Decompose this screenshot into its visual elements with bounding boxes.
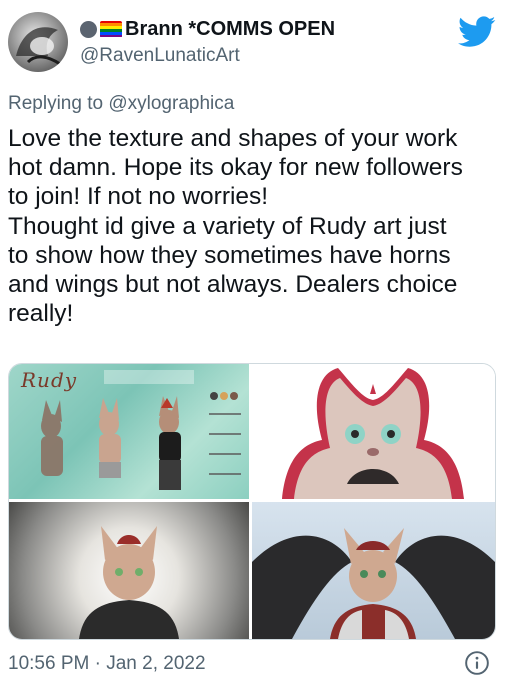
- info-icon[interactable]: [464, 650, 490, 676]
- tweet-line: hot damn. Hope its okay for new follower…: [8, 154, 463, 182]
- tweet-header: Brann *COMMS OPEN @RavenLunaticArt: [0, 0, 514, 84]
- winged-portrait-image[interactable]: [252, 502, 495, 639]
- tweet-line: and wings but not always. Dealers choice: [8, 271, 458, 299]
- display-name: Brann *COMMS OPEN: [125, 17, 336, 40]
- tweet-timestamp[interactable]: 10:56 PM · Jan 2, 2022: [8, 653, 206, 675]
- tweet-text: Love the texture and shapes of your work…: [8, 124, 508, 328]
- avatar[interactable]: [8, 12, 68, 72]
- tweet-line: Love the texture and shapes of your work: [8, 125, 458, 152]
- twitter-bird-icon[interactable]: [458, 16, 496, 48]
- sticker-portrait-image[interactable]: [252, 364, 495, 499]
- tweet-line: really!: [8, 300, 74, 328]
- display-name-row[interactable]: Brann *COMMS OPEN: [80, 16, 335, 42]
- reply-prefix: Replying to: [8, 93, 104, 114]
- tweet-line: to join! If not no worries!: [8, 183, 269, 211]
- rainbow-flag-icon: [100, 20, 122, 38]
- reference-sheet-image[interactable]: Rudy: [9, 364, 249, 499]
- reply-mention-link[interactable]: @xylographica: [108, 93, 234, 114]
- sketch-portrait-image[interactable]: [9, 502, 249, 639]
- tweet-line: to show how they sometimes have horns: [8, 241, 451, 269]
- user-handle[interactable]: @RavenLunaticArt: [80, 45, 240, 67]
- media-grid: Rudy: [8, 363, 496, 640]
- tweet-line: Thought id give a variety of Rudy art ju…: [8, 212, 447, 240]
- reply-context: Replying to @xylographica: [8, 93, 234, 115]
- gray-circle-icon: [80, 20, 97, 38]
